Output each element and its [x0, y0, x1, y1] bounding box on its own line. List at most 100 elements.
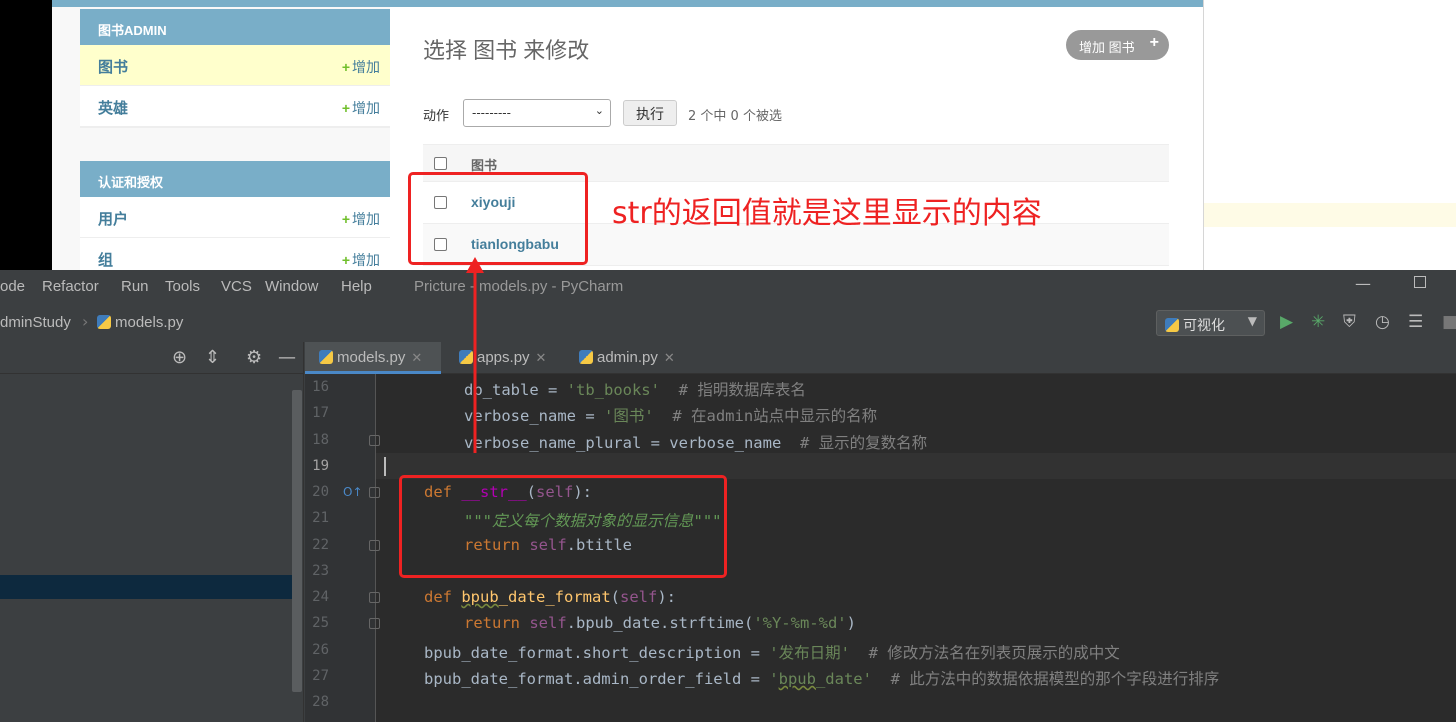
- plus-icon: +: [341, 59, 350, 75]
- hide-icon[interactable]: —: [278, 347, 296, 368]
- override-method-icon[interactable]: O↑: [343, 485, 363, 499]
- line-number: 22: [312, 537, 329, 553]
- model-link-hero[interactable]: 英雄: [98, 97, 128, 118]
- model-link-group[interactable]: 组: [98, 249, 113, 270]
- tab-admin-py[interactable]: admin.py ✕: [565, 342, 695, 374]
- window-title: Pricture - models.py - PyCharm: [414, 278, 624, 295]
- profile-icon[interactable]: ◷: [1375, 314, 1390, 331]
- close-icon[interactable]: ✕: [411, 350, 422, 365]
- annotation-arrow: [466, 257, 484, 453]
- python-file-icon: [97, 315, 111, 329]
- fold-icon[interactable]: [369, 618, 380, 629]
- minimize-icon[interactable]: —: [1355, 274, 1371, 293]
- code-line-24: def bpub_date_format(self):: [424, 588, 676, 606]
- fold-icon[interactable]: [369, 592, 380, 603]
- stop-icon[interactable]: ■: [1442, 314, 1456, 331]
- menu-refactor[interactable]: Refactor: [42, 278, 99, 295]
- close-icon[interactable]: ✕: [664, 350, 675, 365]
- coverage-icon[interactable]: ⛨: [1343, 314, 1356, 331]
- line-number: 26: [312, 642, 329, 658]
- line-number: 23: [312, 563, 329, 579]
- add-user-link[interactable]: + 增加: [342, 209, 380, 229]
- gear-icon[interactable]: ⚙: [246, 347, 262, 368]
- python-file-icon: [319, 350, 333, 364]
- selected-tree-item[interactable]: [0, 575, 292, 599]
- code-line-17: verbose_name = '图书' # 在admin站点中显示的名称: [464, 407, 878, 425]
- plus-icon: +: [1149, 34, 1159, 51]
- model-row-hero: 英雄 + 增加: [80, 86, 390, 127]
- go-button[interactable]: 执行: [623, 100, 677, 126]
- model-link-user[interactable]: 用户: [98, 208, 128, 229]
- code-line-27: bpub_date_format.admin_order_field = 'bp…: [424, 670, 1220, 688]
- app-caption-auth[interactable]: 认证和授权: [80, 161, 390, 197]
- page-border: [1203, 0, 1204, 270]
- collapse-all-icon[interactable]: ⇕: [205, 347, 220, 368]
- fold-icon[interactable]: [369, 435, 380, 446]
- menu-code[interactable]: ode: [0, 278, 25, 295]
- menu-tools[interactable]: Tools: [165, 278, 200, 295]
- menu-help[interactable]: Help: [341, 278, 372, 295]
- line-number: 18: [312, 432, 329, 448]
- menu-run[interactable]: Run: [121, 278, 149, 295]
- line-number: 25: [312, 615, 329, 631]
- python-file-icon: [1165, 318, 1179, 332]
- code-line-25: return self.bpub_date.strftime('%Y-%m-%d…: [464, 614, 856, 632]
- line-number: 20: [312, 484, 329, 500]
- code-line-26: bpub_date_format.short_description = '发布…: [424, 644, 1120, 662]
- line-number: 24: [312, 589, 329, 605]
- selection-counter: 2 个中 0 个被选: [688, 109, 782, 124]
- project-tool-window: ⊕ ⇕ ⚙ —: [0, 342, 304, 722]
- admin-sidebar: 图书ADMIN 图书 + 增加 英雄 + 增加 认证和授权 用户 + 增加 组 + 增加: [80, 9, 390, 270]
- line-number: 17: [312, 405, 329, 421]
- project-scrollbar[interactable]: [292, 390, 302, 692]
- plus-icon: +: [341, 252, 350, 268]
- navigation-bar: dminStudy › models.py 可视化 ▼ ▶ ✳ ⛨ ◷ ☰ ■: [0, 306, 1456, 340]
- highlight-band: [1204, 203, 1456, 227]
- add-book-button[interactable]: 增加 图书 +: [1066, 30, 1169, 60]
- concurrency-icon[interactable]: ☰: [1408, 314, 1423, 331]
- plus-icon: +: [341, 100, 350, 116]
- admin-header-strip: [52, 0, 1204, 7]
- highlight-box-str-method: [399, 475, 727, 578]
- run-configuration-select[interactable]: 可视化 ▼: [1156, 310, 1265, 336]
- code-line-18: verbose_name_plural = verbose_name # 显示的…: [464, 434, 928, 452]
- menu-window[interactable]: Window: [265, 278, 318, 295]
- add-hero-link[interactable]: + 增加: [342, 98, 380, 118]
- action-label: 动作: [423, 109, 450, 124]
- add-group-link[interactable]: + 增加: [342, 250, 380, 270]
- close-icon[interactable]: ✕: [536, 350, 547, 365]
- breadcrumb-separator-icon: ›: [82, 312, 89, 331]
- text-caret: [384, 457, 386, 476]
- browser-blank-area: [1204, 0, 1456, 270]
- python-file-icon: [579, 350, 593, 364]
- annotation-text: str的返回值就是这里显示的内容: [612, 196, 1042, 231]
- model-row-group: 组 + 增加: [80, 238, 390, 270]
- model-link-book[interactable]: 图书: [98, 56, 128, 77]
- maximize-icon[interactable]: [1414, 276, 1426, 288]
- locate-icon[interactable]: ⊕: [172, 347, 187, 368]
- line-number: 19: [312, 458, 329, 474]
- line-number: 21: [312, 510, 329, 526]
- fold-icon[interactable]: [369, 487, 380, 498]
- action-select[interactable]: --------- ⌄: [463, 99, 611, 127]
- module-gap: [80, 127, 390, 161]
- run-icon[interactable]: ▶: [1280, 314, 1293, 331]
- breadcrumb-file[interactable]: models.py: [97, 314, 183, 331]
- menu-bar: ode Refactor Run Tools VCS Window Help P…: [0, 270, 1456, 304]
- chevron-down-icon: ▼: [1247, 314, 1257, 328]
- line-number: 28: [312, 694, 329, 710]
- tab-models-py[interactable]: models.py ✕: [305, 342, 441, 374]
- app-caption-book-admin[interactable]: 图书ADMIN: [80, 9, 390, 45]
- fold-icon[interactable]: [369, 540, 380, 551]
- debug-icon[interactable]: ✳: [1311, 314, 1325, 331]
- chevron-down-icon: ⌄: [594, 104, 604, 117]
- model-row-user: 用户 + 增加: [80, 197, 390, 238]
- breadcrumb-project[interactable]: dminStudy: [0, 314, 71, 331]
- model-row-book: 图书 + 增加: [80, 45, 390, 86]
- select-all-checkbox[interactable]: [434, 157, 447, 170]
- code-line-16: db_table = 'tb_books' # 指明数据库表名: [464, 381, 806, 399]
- add-book-link[interactable]: + 增加: [342, 57, 380, 77]
- pycharm-window: ode Refactor Run Tools VCS Window Help P…: [0, 270, 1456, 722]
- line-number: 27: [312, 668, 329, 684]
- menu-vcs[interactable]: VCS: [221, 278, 252, 295]
